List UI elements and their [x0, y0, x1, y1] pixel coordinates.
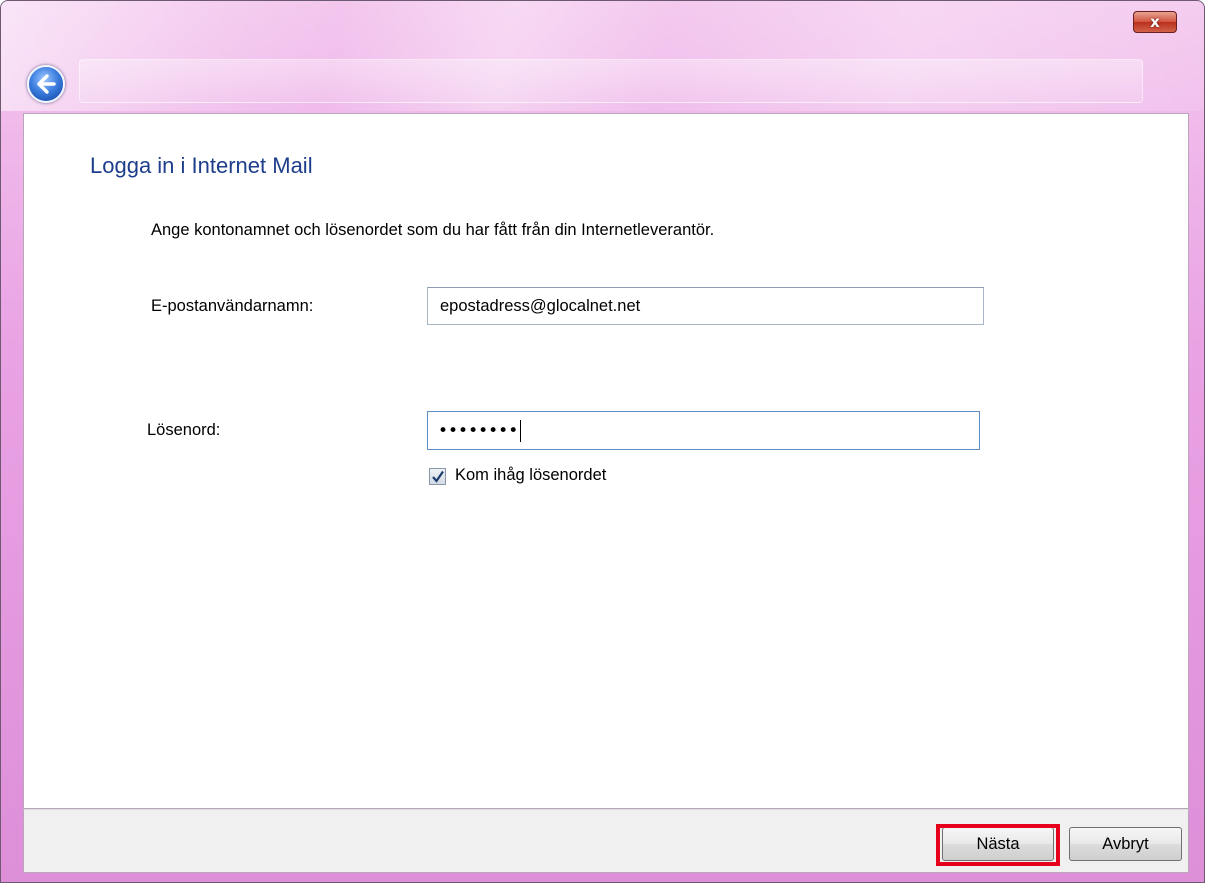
text-cursor — [520, 420, 522, 442]
password-label: Lösenord: — [147, 421, 221, 439]
close-button[interactable]: x — [1133, 11, 1177, 33]
next-button[interactable]: Nästa — [942, 827, 1054, 861]
password-mask: •••••••• — [438, 420, 522, 442]
title-bar: x — [1, 1, 1204, 113]
cancel-button[interactable]: Avbryt — [1069, 827, 1182, 861]
wizard-window: x Logga in i Internet Mail Ange kontonam… — [0, 0, 1205, 883]
instructions-text: Ange kontonamnet och lösenordet som du h… — [151, 221, 715, 239]
username-input[interactable] — [427, 287, 984, 325]
content-panel — [23, 113, 1189, 809]
back-button[interactable] — [27, 65, 65, 103]
remember-password-checkbox[interactable] — [429, 468, 446, 485]
password-input[interactable]: •••••••• — [427, 411, 980, 450]
page-title: Logga in i Internet Mail — [90, 153, 313, 178]
username-label: E-postanvändarnamn: — [151, 297, 314, 315]
title-glass-bar — [79, 59, 1143, 103]
checkmark-icon — [432, 470, 444, 483]
remember-password-label[interactable]: Kom ihåg lösenordet — [455, 466, 606, 485]
close-icon: x — [1150, 13, 1160, 31]
back-arrow-icon — [37, 74, 56, 94]
